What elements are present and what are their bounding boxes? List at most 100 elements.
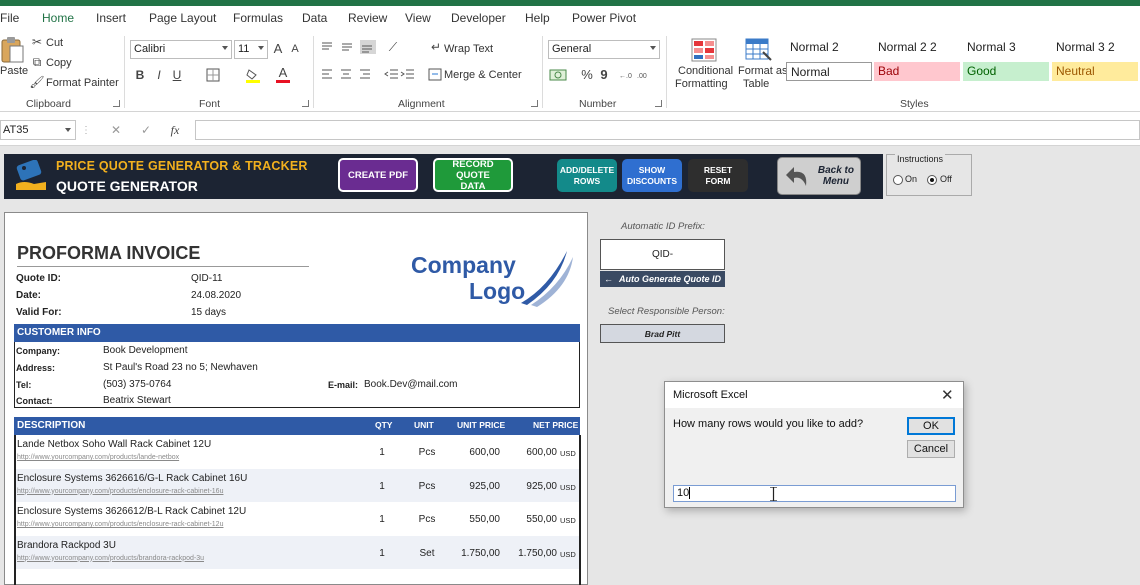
item-description[interactable]: Brandora Rackpod 3U — [17, 540, 116, 551]
date-value[interactable]: 24.08.2020 — [191, 290, 241, 301]
borders-icon[interactable] — [206, 68, 220, 82]
item-unit[interactable]: Pcs — [412, 514, 442, 525]
font-name-select[interactable]: Calibri — [130, 40, 232, 59]
show-discounts-button[interactable]: SHOW DISCOUNTS — [622, 159, 682, 192]
item-description[interactable]: Enclosure Systems 3626616/G-L Rack Cabin… — [17, 473, 247, 484]
grow-font-button[interactable]: A — [271, 40, 285, 56]
cell-style-normal-2[interactable]: Normal 2 — [786, 38, 872, 57]
copy-button[interactable]: Copy — [46, 57, 72, 69]
close-icon[interactable]: ✕ — [941, 386, 954, 404]
conditional-formatting-button[interactable]: Conditional — [678, 65, 733, 77]
cell-style-neutral[interactable]: Neutral — [1052, 62, 1138, 81]
shrink-font-button[interactable]: A — [289, 42, 301, 56]
cell-style-normal-3-2[interactable]: Normal 3 2 — [1052, 38, 1138, 57]
paste-button-label[interactable]: Paste — [0, 65, 28, 77]
vertical-align-icons[interactable] — [320, 40, 376, 54]
font-launcher-icon[interactable] — [302, 100, 309, 107]
bold-button[interactable]: B — [133, 67, 147, 83]
orientation-icon[interactable]: ⟋ — [384, 39, 402, 55]
item-link[interactable]: http://www.yourcompany.com/products/bran… — [17, 555, 204, 562]
tab-formulas[interactable]: Formulas — [233, 11, 283, 25]
clipboard-launcher-icon[interactable] — [113, 100, 120, 107]
item-link[interactable]: http://www.yourcompany.com/products/encl… — [17, 521, 223, 528]
percent-style-button[interactable]: % — [580, 66, 594, 82]
table-row[interactable]: Enclosure Systems 3626612/B-L Rack Cabin… — [14, 502, 580, 535]
table-row[interactable]: Brandora Rackpod 3U http://www.yourcompan… — [14, 535, 580, 569]
wrap-text-button[interactable]: Wrap Text — [444, 43, 493, 55]
contact-value[interactable]: Beatrix Stewart — [103, 395, 171, 406]
item-qty[interactable]: 1 — [374, 514, 390, 525]
valid-for-value[interactable]: 15 days — [191, 307, 226, 318]
item-unit[interactable]: Pcs — [412, 447, 442, 458]
conditional-formatting-icon[interactable] — [691, 38, 717, 62]
item-unit-price[interactable]: 550,00 — [444, 514, 500, 525]
email-value[interactable]: Book.Dev@mail.com — [364, 379, 458, 390]
cell-style-normal[interactable]: Normal — [786, 62, 872, 81]
prefix-input[interactable]: QID- — [600, 239, 725, 270]
worksheet[interactable]: PRICE QUOTE GENERATOR & TRACKER QUOTE GE… — [0, 146, 1140, 585]
tab-home[interactable]: Home — [42, 11, 74, 25]
cell-style-normal-3[interactable]: Normal 3 — [963, 38, 1049, 57]
conditional-formatting-label[interactable]: Formatting — [675, 78, 728, 90]
table-row[interactable]: Enclosure Systems 3626616/G-L Rack Cabin… — [14, 468, 580, 502]
alignment-launcher-icon[interactable] — [531, 100, 538, 107]
table-row[interactable]: Lande Netbox Soho Wall Rack Cabinet 12U h… — [14, 435, 580, 468]
italic-button[interactable]: I — [152, 67, 166, 83]
comma-style-button[interactable]: 9 — [598, 66, 610, 82]
tab-developer[interactable]: Developer — [451, 11, 506, 25]
company-value[interactable]: Book Development — [103, 345, 188, 356]
item-unit[interactable]: Set — [412, 548, 442, 559]
back-to-menu-button[interactable]: Back to Menu — [777, 157, 861, 195]
cancel-button[interactable]: Cancel — [907, 440, 955, 458]
cell-style-bad[interactable]: Bad — [874, 62, 960, 81]
auto-generate-quote-id-button[interactable]: ← Auto Generate Quote ID — [600, 271, 725, 287]
format-as-table-label[interactable]: Table — [743, 78, 769, 90]
record-quote-data-button[interactable]: RECORD QUOTE DATA — [433, 158, 513, 192]
formula-input[interactable] — [195, 120, 1140, 140]
underline-button[interactable]: U — [170, 67, 184, 83]
format-as-table-icon[interactable] — [745, 38, 773, 62]
instructions-on-radio[interactable] — [893, 175, 903, 185]
tel-value[interactable]: (503) 375-0764 — [103, 379, 171, 390]
ok-button[interactable]: OK — [907, 417, 955, 435]
instructions-off-radio[interactable] — [927, 175, 937, 185]
drag-handle-icon[interactable]: ⋮ — [81, 122, 91, 138]
item-unit-price[interactable]: 1.750,00 — [444, 548, 500, 559]
item-qty[interactable]: 1 — [374, 481, 390, 492]
item-unit-price[interactable]: 925,00 — [444, 481, 500, 492]
tab-data[interactable]: Data — [302, 11, 327, 25]
font-color-button[interactable]: A — [276, 65, 290, 80]
create-pdf-button[interactable]: CREATE PDF — [338, 158, 418, 192]
item-qty[interactable]: 1 — [374, 548, 390, 559]
cell-style-normal-2-2[interactable]: Normal 2 2 — [874, 38, 960, 57]
name-box[interactable]: AT35 — [0, 120, 76, 140]
tab-help[interactable]: Help — [525, 11, 550, 25]
tab-file[interactable]: File — [0, 11, 19, 25]
number-launcher-icon[interactable] — [655, 100, 662, 107]
tab-insert[interactable]: Insert — [96, 11, 126, 25]
format-as-table-button[interactable]: Format as — [738, 65, 788, 77]
item-unit[interactable]: Pcs — [412, 481, 442, 492]
horizontal-align-icons[interactable] — [320, 68, 376, 82]
accounting-format-icon[interactable] — [549, 68, 567, 82]
add-delete-rows-button[interactable]: ADD/DELETE ROWS — [557, 159, 617, 192]
tab-power-pivot[interactable]: Power Pivot — [572, 11, 636, 25]
decimal-icons[interactable]: ←.0 .00 — [619, 68, 655, 82]
indent-icons[interactable] — [384, 68, 418, 82]
item-unit-price[interactable]: 600,00 — [444, 447, 500, 458]
format-painter-button[interactable]: Format Painter — [46, 77, 119, 89]
cut-button[interactable]: Cut — [46, 37, 63, 49]
item-link[interactable]: http://www.yourcompany.com/products/land… — [17, 454, 179, 461]
fill-color-icon[interactable] — [245, 67, 261, 83]
merge-center-button[interactable]: Merge & Center — [444, 69, 522, 81]
tab-review[interactable]: Review — [348, 11, 387, 25]
item-link[interactable]: http://www.yourcompany.com/products/encl… — [17, 488, 223, 495]
tab-page-layout[interactable]: Page Layout — [149, 11, 216, 25]
address-value[interactable]: St Paul's Road 23 no 5; Newhaven — [103, 362, 258, 373]
rows-count-input[interactable]: 10 — [673, 485, 956, 502]
tab-view[interactable]: View — [405, 11, 431, 25]
reset-form-button[interactable]: RESET FORM — [688, 159, 748, 192]
item-description[interactable]: Lande Netbox Soho Wall Rack Cabinet 12U — [17, 439, 211, 450]
quote-id-value[interactable]: QID-11 — [191, 273, 223, 284]
cancel-entry-icon[interactable]: ✕ — [108, 122, 124, 138]
